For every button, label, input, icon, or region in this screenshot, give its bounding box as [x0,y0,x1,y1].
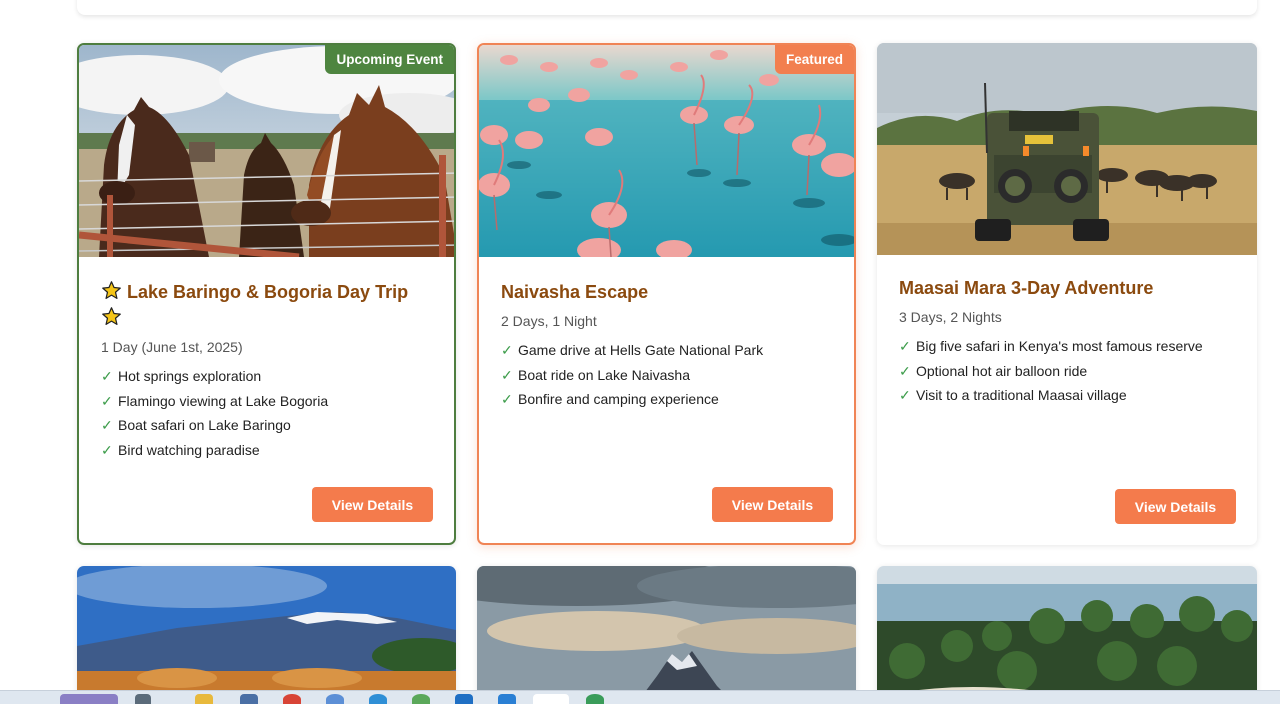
check-icon: ✓ [101,417,113,434]
feature-text: Game drive at Hells Gate National Park [518,342,764,358]
app-icon[interactable] [586,694,604,704]
app-icon[interactable] [412,694,430,704]
feature-list: ✓ Game drive at Hells Gate National Park … [501,338,832,412]
browser-icon[interactable] [326,694,344,704]
feature-text: Optional hot air balloon ride [916,362,1088,379]
feature-text: Hot springs exploration [118,368,262,384]
feature-text: Flamingo viewing at Lake Bogoria [118,392,329,409]
card-title: Lake Baringo & Bogoria Day Trip [101,279,432,331]
card-image-horses: Upcoming Event [79,45,454,257]
feature-item: ✓ Boat ride on Lake Naivasha [501,363,832,388]
tour-card-lake-baringo: Upcoming Event Lake Baringo & Bogoria Da… [77,43,456,545]
horses-image [79,45,454,257]
check-icon: ✓ [899,338,911,354]
trip-duration: 2 Days, 1 Night [501,313,597,329]
chrome-active-icon[interactable] [533,694,569,704]
check-icon: ✓ [101,368,113,384]
feature-item: ✓ Bird watching paradise [101,438,432,463]
check-icon: ✓ [899,387,911,404]
view-details-button[interactable]: View Details [712,487,833,522]
card-body: Naivasha Escape 2 Days, 1 Night ✓ Game dr… [479,257,854,412]
mount-kenya-image [477,566,856,704]
check-icon: ✓ [899,362,911,379]
card-title: Maasai Mara 3-Day Adventure [899,278,1154,298]
trip-duration: 1 Day (June 1st, 2025) [101,339,243,355]
check-icon: ✓ [501,391,513,408]
feature-item: ✓ Big five safari in Kenya's most famous … [899,334,1235,359]
feature-text: Bonfire and camping experience [518,391,719,408]
card-body: Maasai Mara 3-Day Adventure 3 Days, 2 Ni… [877,255,1257,408]
edge-icon[interactable] [369,694,387,704]
feature-list: ✓ Hot springs exploration ✓ Flamingo viewi… [101,364,432,462]
card-title-text: Lake Baringo & Bogoria Day Trip [127,282,409,302]
check-icon: ✓ [101,392,113,409]
feature-item: ✓ Game drive at Hells Gate National Park [501,338,832,363]
feature-text: Big five safari in Kenya's most famous r… [916,338,1203,354]
feature-item: ✓ Hot springs exploration [101,364,432,389]
flamingos-image [479,45,854,257]
widgets-icon[interactable] [60,694,118,704]
check-icon: ✓ [101,441,113,458]
view-details-button[interactable]: View Details [312,487,433,522]
trip-duration: 3 Days, 2 Nights [899,309,1002,325]
card-body: Lake Baringo & Bogoria Day Trip 1 Day (J… [79,257,454,462]
card-image-flamingos: Featured [479,45,854,257]
os-taskbar [0,690,1280,704]
tour-card-mount-kenya [477,566,856,704]
tour-card-coast [877,566,1257,704]
feature-list: ✓ Big five safari in Kenya's most famous … [899,334,1235,408]
star-icon [102,281,121,299]
page: Upcoming Event Lake Baringo & Bogoria Da… [0,0,1280,704]
app-icon[interactable] [240,694,258,704]
tour-card-kilimanjaro [77,566,456,704]
feature-item: ✓ Visit to a traditional Maasai village [899,383,1235,408]
feature-item: ✓ Optional hot air balloon ride [899,359,1235,384]
feature-text: Boat safari on Lake Baringo [118,417,291,434]
feature-item: ✓ Flamingo viewing at Lake Bogoria [101,389,432,414]
store-icon[interactable] [455,694,473,704]
vscode-icon[interactable] [498,694,516,704]
coast-palms-image [877,566,1257,704]
tour-card-maasai-mara: Maasai Mara 3-Day Adventure 3 Days, 2 Ni… [877,43,1257,545]
file-explorer-icon[interactable] [195,694,213,704]
feature-text: Bird watching paradise [118,441,260,458]
search-icon[interactable] [135,694,151,704]
card-title: Naivasha Escape [501,282,649,302]
card-image-safari-jeep [877,43,1257,255]
check-icon: ✓ [501,366,513,383]
safari-jeep-image [877,43,1257,255]
featured-badge: Featured [774,45,854,74]
check-icon: ✓ [501,342,513,358]
feature-item: ✓ Boat safari on Lake Baringo [101,413,432,438]
previous-section-card [77,0,1257,15]
upcoming-event-badge: Upcoming Event [325,45,454,74]
chrome-icon[interactable] [283,694,301,704]
feature-item: ✓ Bonfire and camping experience [501,387,832,412]
kilimanjaro-image [77,566,456,704]
star-icon [102,307,121,325]
tour-card-naivasha: Featured Naivasha Escape 2 Days, 1 Night… [477,43,856,545]
view-details-button[interactable]: View Details [1115,489,1236,524]
feature-text: Visit to a traditional Maasai village [916,387,1127,404]
feature-text: Boat ride on Lake Naivasha [518,366,690,383]
